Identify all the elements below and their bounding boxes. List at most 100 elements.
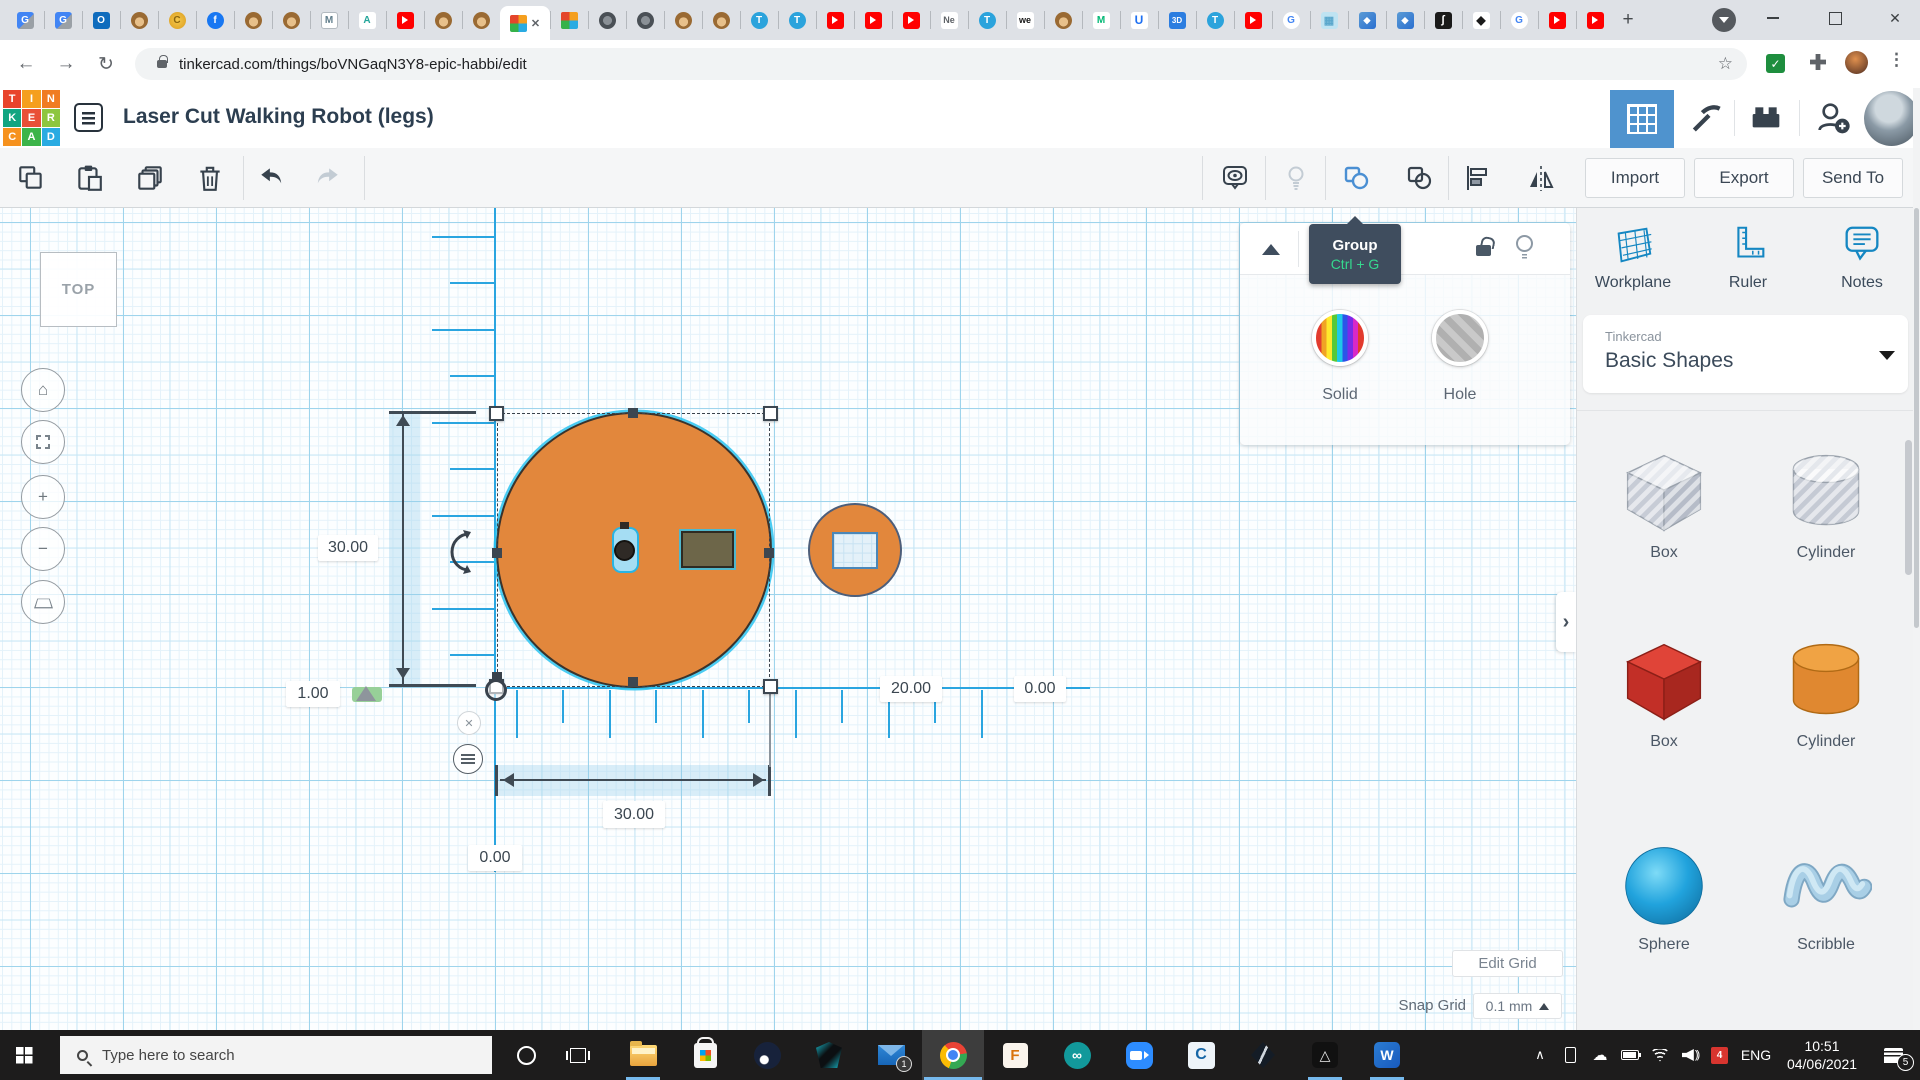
dimension-width-label[interactable]: 30.00 [603,801,665,828]
browser-tab-youtube[interactable] [854,0,892,40]
tab-search-button[interactable] [1712,8,1736,32]
taskbar-app-cura[interactable] [1170,1030,1232,1080]
language-indicator[interactable]: ENG [1734,1047,1778,1063]
blocks-view-button[interactable] [1610,90,1674,148]
browser-tab-globe[interactable] [626,0,664,40]
browser-tab-monkey[interactable] [462,0,500,40]
scale-handle-left[interactable] [492,548,502,558]
edit-grid-button[interactable]: Edit Grid [1452,950,1563,977]
send-to-button[interactable]: Send To [1803,158,1903,198]
window-maximize-button[interactable] [1812,0,1858,36]
shape-list-scrollbar[interactable] [1905,440,1912,575]
rotate-handle-icon[interactable] [443,526,479,578]
browser-tab-we[interactable] [1006,0,1044,40]
extensions-puzzle-icon[interactable] [1810,54,1826,70]
shape-item-cylinder-hole[interactable]: Cylinder [1780,448,1872,562]
forward-icon[interactable]: → [52,50,80,78]
perspective-button[interactable] [21,580,65,624]
back-icon[interactable]: ← [12,50,40,78]
hole-swatch[interactable] [1432,310,1488,366]
home-view-button[interactable]: ⌂ [21,368,65,412]
shape-library-select[interactable]: Tinkercad Basic Shapes [1583,315,1908,393]
taskbar-clock[interactable]: 10:51 04/06/2021 [1778,1037,1866,1073]
tray-onedrive-icon[interactable] [1585,1030,1615,1080]
browser-tab-cura[interactable] [1348,0,1386,40]
taskbar-app-fusion-360[interactable] [984,1030,1046,1080]
scale-handle-top-left[interactable] [489,406,504,421]
browser-tab-google[interactable] [1272,0,1310,40]
browser-tab-hexagon[interactable] [310,0,348,40]
design-title[interactable]: Laser Cut Walking Robot (legs) [123,105,434,129]
browser-tab-tcircle[interactable] [778,0,816,40]
scale-handle-top[interactable] [628,408,638,418]
browser-tab-globe[interactable] [588,0,626,40]
taskbar-app-chrome[interactable] [922,1030,984,1080]
properties-list-icon[interactable] [74,103,103,132]
import-button[interactable]: Import [1585,158,1685,198]
taskbar-app-zoom[interactable] [1108,1030,1170,1080]
align-icon[interactable] [1462,163,1492,193]
cortana-button[interactable] [508,1037,544,1073]
browser-tab-cura[interactable] [1386,0,1424,40]
browser-tab-monkey[interactable] [702,0,740,40]
taskbar-app-predator[interactable] [798,1030,860,1080]
plane-height-label[interactable]: 1.00 [286,681,340,707]
shape-item-scribble[interactable]: Scribble [1780,840,1872,954]
workplane-tool[interactable]: Workplane [1585,222,1681,292]
anchor-handle[interactable] [485,679,507,701]
tinkercad-logo[interactable]: TINKERCAD [3,90,60,146]
browser-tab-monkey[interactable] [424,0,462,40]
browser-tab-monkey[interactable] [1044,0,1082,40]
shape-item-box[interactable]: Box [1618,637,1710,751]
tray-update-badge[interactable]: 4 [1711,1047,1728,1064]
browser-profile-avatar[interactable] [1845,51,1868,74]
group-icon[interactable] [1341,163,1371,193]
mirror-icon[interactable] [1526,163,1556,193]
browser-tab-youtube[interactable] [386,0,424,40]
browser-tab-translate[interactable] [6,0,44,40]
show-all-icon[interactable] [1220,163,1250,193]
browser-tab-youtube[interactable] [1576,0,1614,40]
browser-tab-monkey[interactable] [664,0,702,40]
notes-tool[interactable]: Notes [1814,222,1910,292]
start-button[interactable] [0,1030,48,1080]
reload-icon[interactable]: ↻ [92,50,120,78]
browser-tab-ublue[interactable] [1120,0,1158,40]
duplicate-icon[interactable] [135,163,165,193]
scale-handle-bottom-right[interactable] [763,679,778,694]
browser-tab-tcircle[interactable] [740,0,778,40]
browser-tab-tinkergrid[interactable] [550,0,588,40]
taskbar-app-arduino[interactable] [1046,1030,1108,1080]
shape-item-sphere[interactable]: Sphere [1618,840,1710,954]
spacing-label[interactable]: 20.00 [880,676,942,702]
undo-icon[interactable] [257,163,287,193]
export-button[interactable]: Export [1694,158,1794,198]
scale-handle-top-right[interactable] [763,406,778,421]
tray-chevron-up-icon[interactable] [1525,1030,1555,1080]
action-center-button[interactable]: 5 [1866,1030,1920,1080]
view-cube[interactable]: TOP [40,252,117,327]
paste-icon[interactable] [74,163,104,193]
browser-tab-autodesk[interactable] [348,0,386,40]
browser-tab-facebook[interactable] [196,0,234,40]
extension-check-icon[interactable]: ✓ [1766,54,1785,73]
hide-bulb-icon[interactable] [1516,235,1533,252]
dismiss-ruler-button[interactable]: ✕ [457,711,481,735]
browser-tab-outlook[interactable] [82,0,120,40]
browser-tab-integral[interactable] [1424,0,1462,40]
zoom-out-button[interactable]: − [21,527,65,571]
origin-y-label[interactable]: 0.00 [468,845,522,871]
redo-icon[interactable] [312,163,342,193]
brick-icon[interactable] [1745,98,1787,138]
add-user-icon[interactable] [1812,98,1854,138]
ungroup-icon[interactable] [1404,163,1434,193]
task-view-button[interactable] [560,1037,596,1073]
taskbar-app-word[interactable] [1356,1030,1418,1080]
browser-tab-monkey[interactable] [272,0,310,40]
ruler-options-button[interactable] [453,744,483,774]
taskbar-app-file-explorer[interactable] [612,1030,674,1080]
new-tab-button[interactable]: + [1616,8,1640,32]
browser-tab-youtube[interactable] [1234,0,1272,40]
browser-tab-active[interactable] [500,6,550,40]
browser-tab-coin[interactable] [158,0,196,40]
